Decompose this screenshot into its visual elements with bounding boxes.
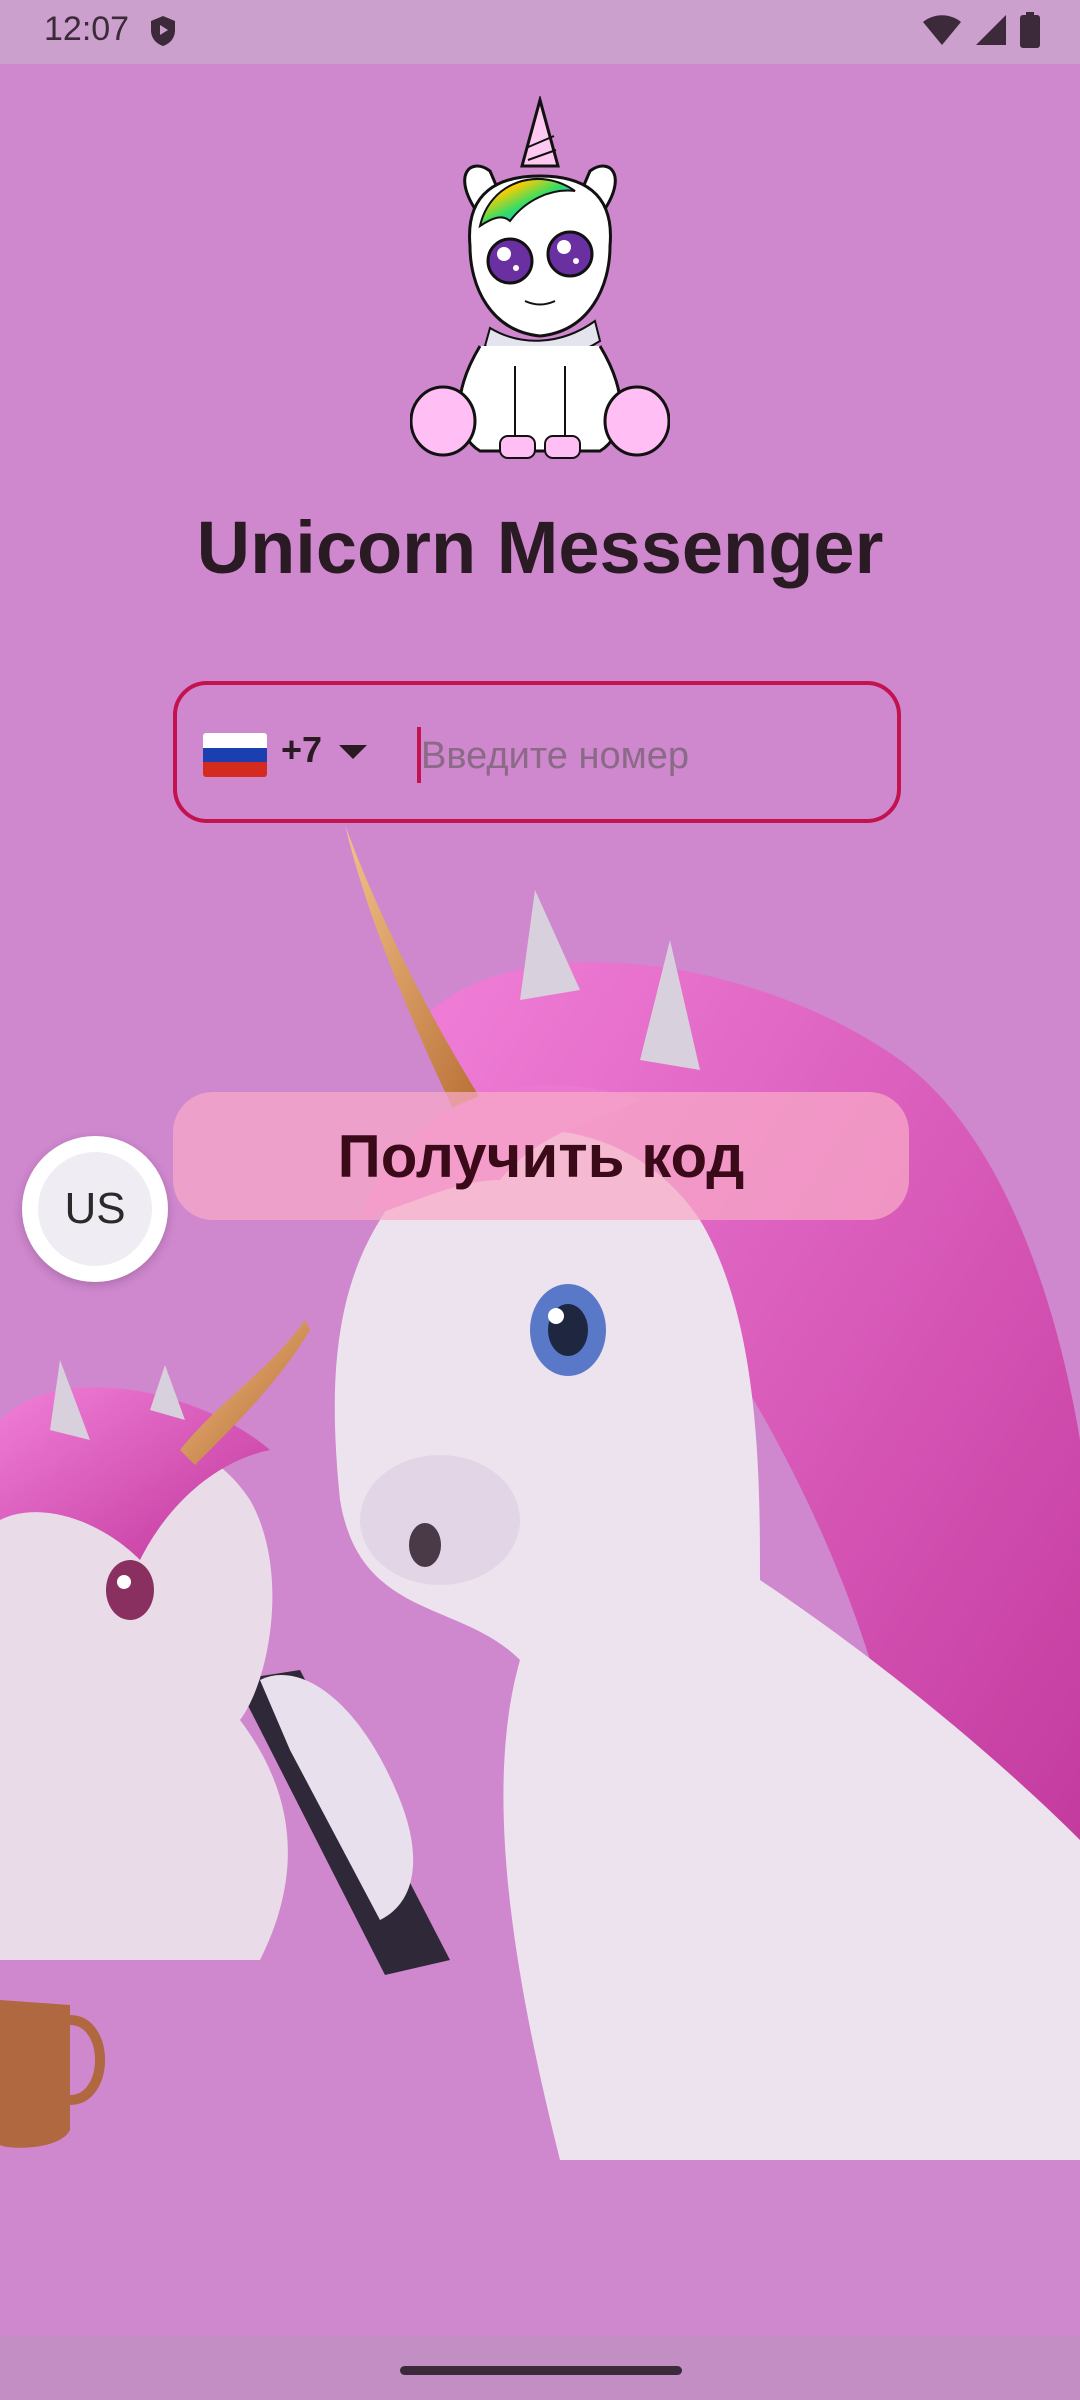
battery-icon [1020,12,1040,53]
app-title: Unicorn Messenger [196,506,884,589]
home-indicator[interactable] [400,2366,682,2375]
cell-signal-icon [974,13,1008,52]
navigation-bar [0,2336,1080,2400]
language-switch-button[interactable]: US [22,1136,168,1282]
unicorns-illustration [0,800,1080,2200]
language-label: US [38,1152,152,1266]
get-code-button[interactable]: Получить код [173,1092,909,1220]
russia-flag-icon[interactable] [203,733,267,777]
unicorn-logo [409,94,671,466]
country-code[interactable]: +7 [281,729,322,771]
phone-number-field[interactable]: +7 [173,681,901,823]
chevron-down-icon[interactable] [339,745,367,766]
shield-icon [148,14,178,53]
phone-input[interactable] [419,715,883,797]
wifi-icon [922,13,962,52]
status-time: 12:07 [44,10,130,48]
status-bar: 12:07 [0,0,1080,64]
